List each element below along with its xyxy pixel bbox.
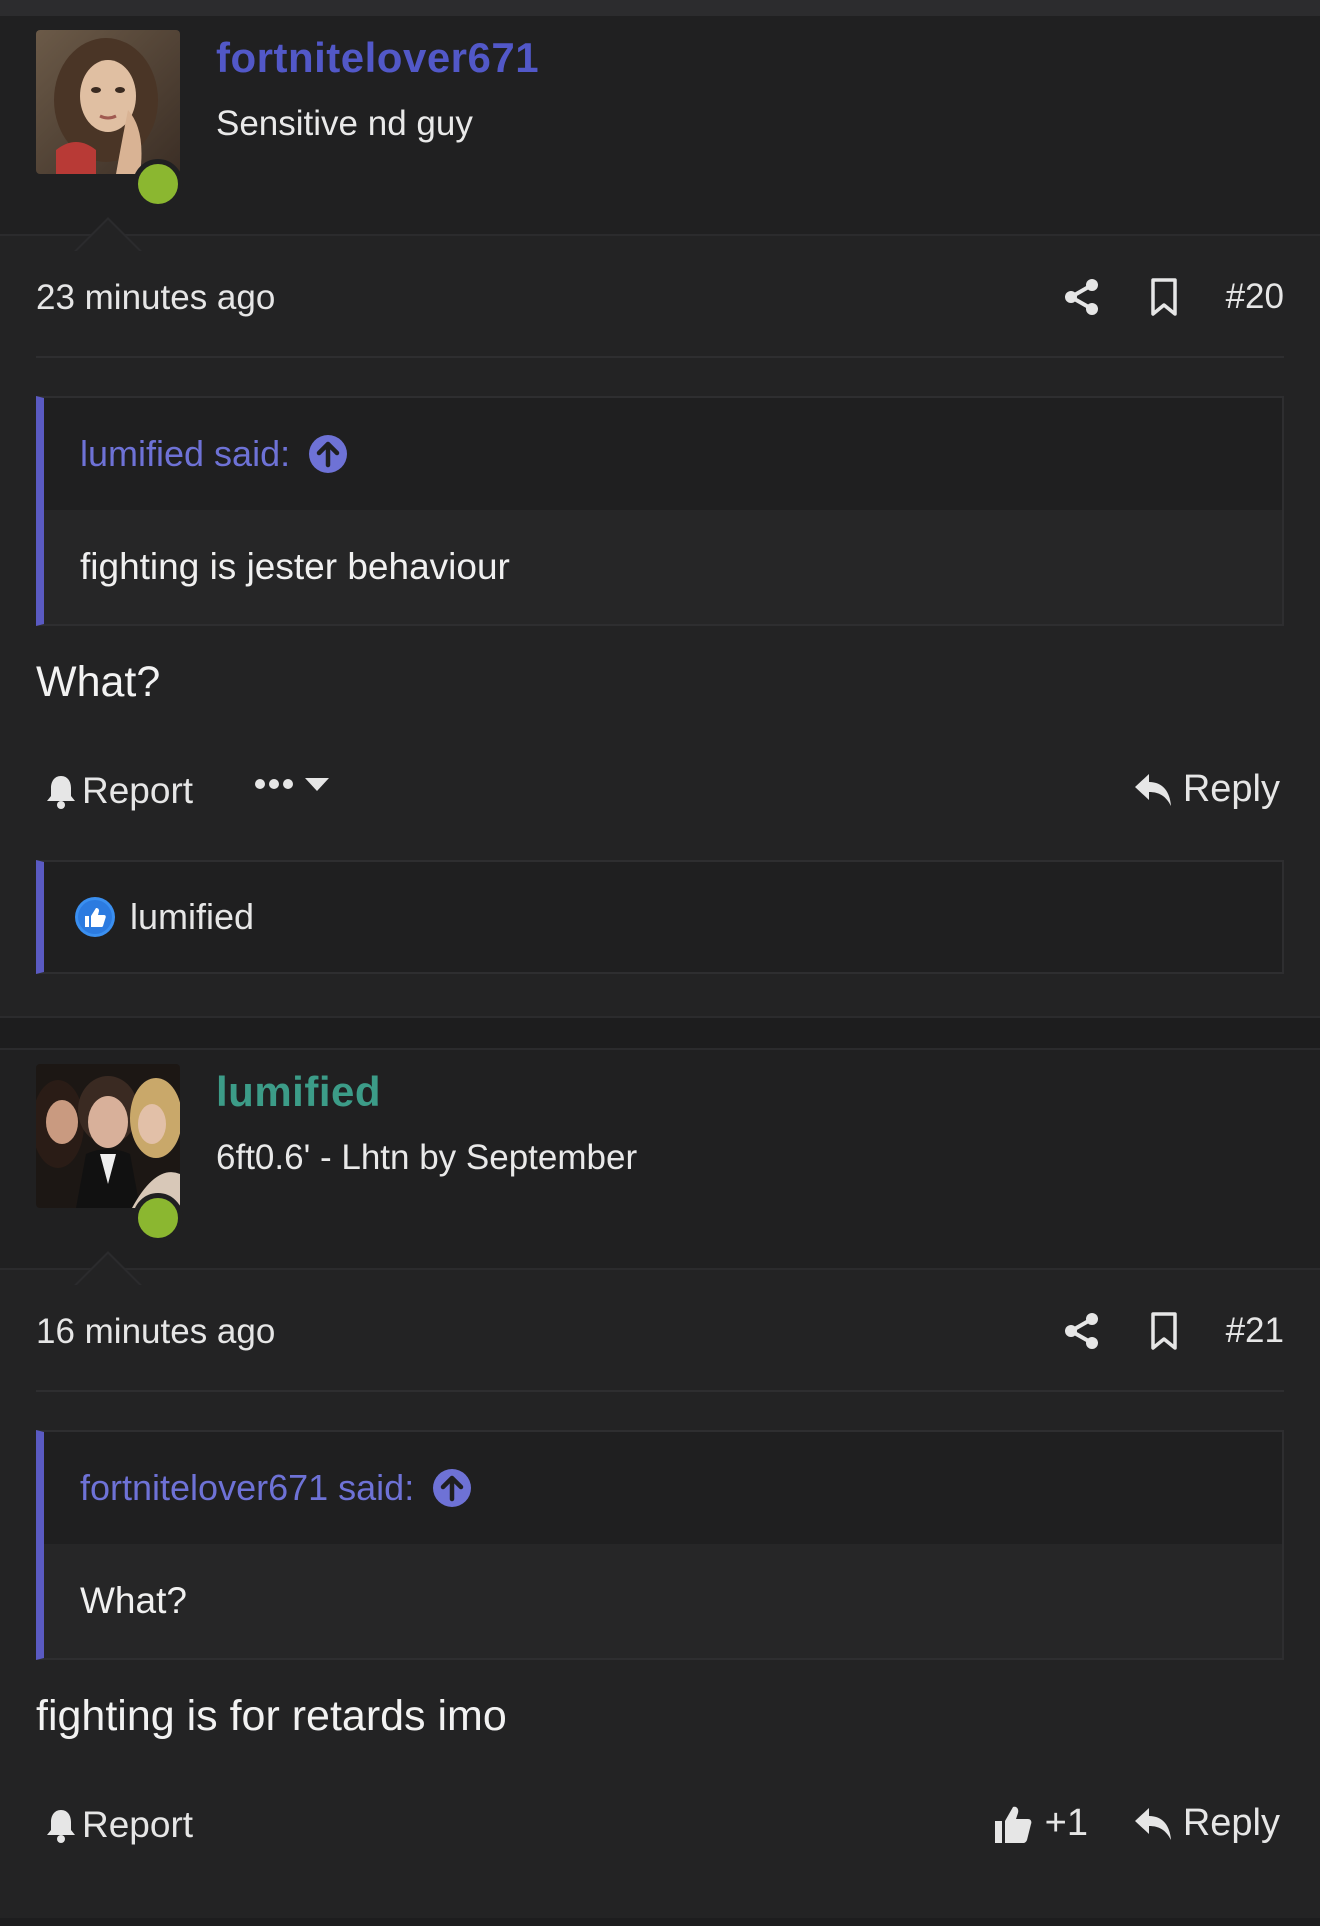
top-bar: [0, 0, 1320, 16]
caret-down-icon: [305, 778, 329, 791]
report-button[interactable]: Report: [44, 1804, 193, 1846]
avatar[interactable]: [36, 1064, 180, 1208]
quote-header: lumified said:: [44, 398, 1282, 510]
more-dots-icon: [255, 779, 293, 789]
quote-author[interactable]: lumified said:: [80, 433, 290, 475]
user-title: 6ft0.6' - Lhtn by September: [216, 1138, 638, 1177]
quote-block: lumified said: fighting is jester behavi…: [36, 396, 1284, 626]
post-number[interactable]: #20: [1226, 277, 1284, 317]
more-options-button[interactable]: [254, 776, 330, 792]
quote-text: fighting is jester behaviour: [44, 510, 1282, 624]
online-status-dot: [133, 159, 183, 209]
arrow-up-circle-icon[interactable]: [432, 1468, 472, 1508]
bookmark-icon[interactable]: [1144, 1311, 1184, 1351]
report-label: Report: [82, 770, 194, 811]
post-actions: Report Reply: [36, 762, 1284, 822]
post-separator: [0, 1016, 1320, 1050]
user-header: fortnitelover671 Sensitive nd guy: [0, 16, 1320, 252]
username[interactable]: fortnitelover671: [216, 34, 539, 82]
bell-icon: [47, 776, 75, 809]
post-message: What?: [36, 658, 161, 706]
quote-author[interactable]: fortnitelover671 said:: [80, 1467, 414, 1509]
quote-block: fortnitelover671 said: What?: [36, 1430, 1284, 1660]
post-message: fighting is for retards imo: [36, 1692, 507, 1740]
bookmark-icon[interactable]: [1144, 277, 1184, 317]
post-actions: Report +1 Reply: [36, 1796, 1284, 1856]
reply-label: Reply: [1182, 1802, 1280, 1844]
arrow-up-circle-icon[interactable]: [308, 434, 348, 474]
post-meta: 16 minutes ago #21: [36, 1270, 1284, 1392]
like-count: +1: [1044, 1802, 1088, 1844]
share-icon[interactable]: [1062, 277, 1102, 317]
likes-bar: lumified: [36, 860, 1284, 974]
post-21: lumified 6ft0.6' - Lhtn by September 16 …: [0, 1050, 1320, 1856]
post-number[interactable]: #21: [1226, 1311, 1284, 1351]
username[interactable]: lumified: [216, 1068, 381, 1116]
user-title: Sensitive nd guy: [216, 104, 473, 143]
like-button[interactable]: +1: [993, 1802, 1088, 1845]
user-header: lumified 6ft0.6' - Lhtn by September: [0, 1050, 1320, 1286]
like-badge-icon: [75, 897, 115, 937]
bell-icon: [47, 1810, 75, 1843]
quote-header: fortnitelover671 said:: [44, 1432, 1282, 1544]
report-button[interactable]: Report: [44, 770, 193, 812]
reply-icon: [1134, 773, 1171, 806]
share-icon[interactable]: [1062, 1311, 1102, 1351]
post-meta: 23 minutes ago #20: [36, 236, 1284, 358]
quote-text: What?: [44, 1544, 1282, 1658]
report-label: Report: [82, 1804, 194, 1845]
reply-button[interactable]: Reply: [1133, 768, 1280, 811]
reply-label: Reply: [1182, 768, 1280, 810]
online-status-dot: [133, 1193, 183, 1243]
post-20: fortnitelover671 Sensitive nd guy 23 min…: [0, 16, 1320, 974]
avatar[interactable]: [36, 30, 180, 174]
thumbs-up-icon: [994, 1806, 1032, 1843]
bottom-separator: [0, 1918, 1320, 1926]
reply-icon: [1134, 1807, 1171, 1840]
post-meta-actions: #21: [1062, 1306, 1284, 1356]
post-meta-actions: #20: [1062, 272, 1284, 322]
post-time[interactable]: 16 minutes ago: [36, 1312, 275, 1352]
reply-button[interactable]: Reply: [1133, 1802, 1280, 1845]
liked-by-user[interactable]: lumified: [130, 896, 254, 938]
post-time[interactable]: 23 minutes ago: [36, 278, 275, 318]
